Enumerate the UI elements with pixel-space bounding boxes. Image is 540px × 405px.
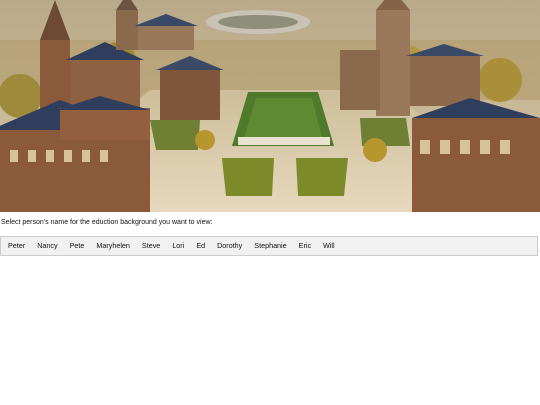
selection-prompt: Select person's name for the eduction ba… <box>1 219 213 226</box>
tab-pete[interactable]: Pete <box>64 237 91 255</box>
tab-lori[interactable]: Lori <box>166 237 190 255</box>
tab-dorothy[interactable]: Dorothy <box>211 237 248 255</box>
tab-maryhelen[interactable]: Maryhelen <box>90 237 136 255</box>
tab-nancy[interactable]: Nancy <box>31 237 63 255</box>
tab-will[interactable]: Will <box>317 237 341 255</box>
page: Select person's name for the eduction ba… <box>0 0 540 405</box>
tab-steve[interactable]: Steve <box>136 237 166 255</box>
tab-stephanie[interactable]: Stephanie <box>248 237 292 255</box>
tab-peter[interactable]: Peter <box>2 237 31 255</box>
tab-ed[interactable]: Ed <box>190 237 211 255</box>
campus-hero-image <box>0 0 540 212</box>
person-tab-bar: Peter Nancy Pete Maryhelen Steve Lori Ed… <box>0 236 538 256</box>
tab-eric[interactable]: Eric <box>293 237 317 255</box>
